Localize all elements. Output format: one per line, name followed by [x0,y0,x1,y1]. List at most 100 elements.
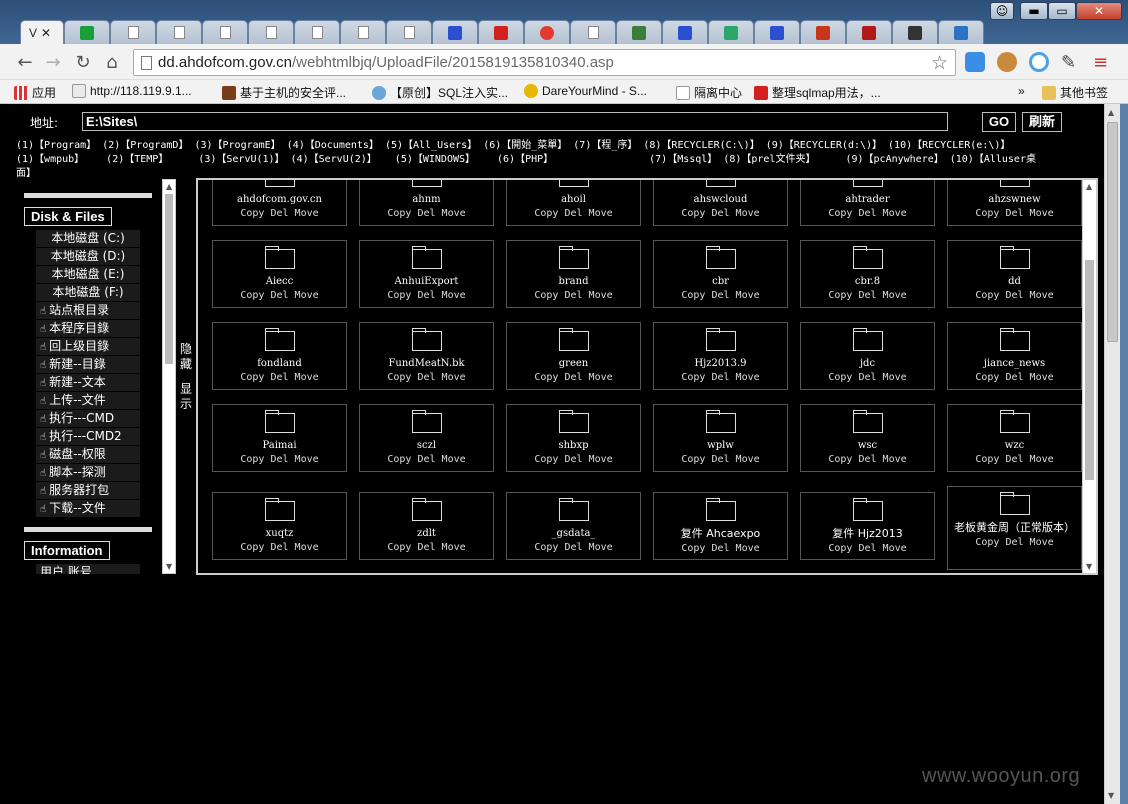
folder-name[interactable]: dd [948,275,1081,288]
folder-card[interactable]: FundMeatN.bk Copy Del Move [359,322,494,390]
tab-active[interactable]: V ✕ [20,20,64,45]
folder-card[interactable]: ahnm Copy Del Move [359,180,494,226]
folder-card[interactable]: green Copy Del Move [506,322,641,390]
folder-actions[interactable]: Copy Del Move [801,371,934,384]
tab[interactable] [386,20,432,44]
scroll-up-icon[interactable]: ▲ [1108,108,1114,117]
scroll-down-icon[interactable]: ▼ [1108,791,1114,800]
folder-name[interactable]: xuqtz [213,527,346,540]
tab[interactable] [938,20,984,44]
folder-actions[interactable]: Copy Del Move [948,207,1081,220]
folder-name[interactable]: 复件 Hjz2013 [801,527,934,541]
disk-f[interactable]: 本地磁盘 (F:) [36,284,140,301]
tab[interactable] [754,20,800,44]
tab[interactable] [202,20,248,44]
folder-card[interactable]: AnhuiExport Copy Del Move [359,240,494,308]
extension-ring-icon[interactable] [1029,52,1049,72]
tab[interactable] [892,20,938,44]
folder-actions[interactable]: Copy Del Move [654,207,787,220]
quick-path-link[interactable]: (9)【pcAnywhere】 [845,154,943,165]
folder-card[interactable]: ahoil Copy Del Move [506,180,641,226]
scroll-thumb[interactable] [1085,260,1094,480]
folder-actions[interactable]: Copy Del Move [801,453,934,466]
folder-name[interactable]: wplw [654,439,787,452]
tab[interactable] [570,20,616,44]
folder-name[interactable]: ahnm [360,193,493,206]
scroll-down-icon[interactable]: ▼ [166,562,172,571]
back-icon[interactable]: ← [14,52,36,73]
bookmark-apps[interactable]: 应用 [14,84,56,101]
folder-card[interactable]: Hjz2013.9 Copy Del Move [653,322,788,390]
tab[interactable] [662,20,708,44]
folder-actions[interactable]: Copy Del Move [654,542,787,555]
folder-actions[interactable]: Copy Del Move [654,371,787,384]
quick-path-link[interactable]: (6)【PHP】 [497,154,553,165]
folder-card[interactable]: ahtrader Copy Del Move [800,180,935,226]
reload-icon[interactable]: ↻ [72,52,94,73]
folder-name[interactable]: cbr [654,275,787,288]
folder-actions[interactable]: Copy Del Move [801,207,934,220]
folder-card[interactable]: Paimai Copy Del Move [212,404,347,472]
folder-name[interactable]: ahoil [507,193,640,206]
folder-card[interactable]: _gsdata_ Copy Del Move [506,492,641,560]
action-upload[interactable]: ☝ 上传--文件 [36,392,140,409]
folder-card[interactable]: brand Copy Del Move [506,240,641,308]
action-cmd2[interactable]: ☝ 执行---CMD2 [36,428,140,445]
tab[interactable] [708,20,754,44]
scroll-down-icon[interactable]: ▼ [1086,562,1092,571]
folder-actions[interactable]: Copy Del Move [507,453,640,466]
folder-name[interactable]: ahtrader [801,193,934,206]
scroll-up-icon[interactable]: ▲ [166,182,172,191]
folder-card[interactable]: ahzswnew Copy Del Move [947,180,1082,226]
quick-path-link[interactable]: (10)【Alluser桌 [950,154,1036,165]
folder-actions[interactable]: Copy Del Move [507,207,640,220]
refresh-button[interactable]: 刷新 [1022,112,1062,132]
folder-card[interactable]: 复件 Hjz2013 Copy Del Move [800,492,935,560]
folder-name[interactable]: wzc [948,439,1081,452]
go-button[interactable]: GO [982,112,1016,132]
quick-path-link[interactable]: (7)【Mssql】 [649,154,717,165]
folder-name[interactable]: wsc [801,439,934,452]
folder-name[interactable]: ahdofcom.gov.cn [213,193,346,206]
folder-actions[interactable]: Copy Del Move [360,541,493,554]
tab[interactable] [156,20,202,44]
close-button[interactable]: ✕ [1076,2,1122,20]
tab[interactable] [340,20,386,44]
folder-name[interactable]: AnhuiExport [360,275,493,288]
folder-card[interactable]: cbr.8 Copy Del Move [800,240,935,308]
folder-name[interactable]: _gsdata_ [507,527,640,540]
show-label[interactable]: 显示 [178,382,194,412]
folder-actions[interactable]: Copy Del Move [654,453,787,466]
disk-c[interactable]: 本地磁盘 (C:) [36,230,140,247]
folder-card[interactable]: wsc Copy Del Move [800,404,935,472]
folder-name[interactable]: jiance_news [948,357,1081,370]
quick-path-link[interactable]: (4)【ServU(2)】 [291,154,377,165]
file-panel-scrollbar[interactable]: ▲ ▼ [1082,180,1096,573]
action-program-dir[interactable]: ☝ 本程序目錄 [36,320,140,337]
hide-show-toggle[interactable]: 隐藏 显示 [178,342,194,412]
folder-card[interactable]: shbxp Copy Del Move [506,404,641,472]
quick-path-link[interactable]: (8)【prel文件夹】 [723,154,815,165]
folder-actions[interactable]: Copy Del Move [360,289,493,302]
tab[interactable] [616,20,662,44]
folder-card[interactable]: wzc Copy Del Move [947,404,1082,472]
scroll-thumb[interactable] [165,194,173,364]
folder-actions[interactable]: Copy Del Move [360,371,493,384]
extension-icon[interactable] [965,52,985,72]
action-download[interactable]: ☝ 下载--文件 [36,500,140,517]
folder-actions[interactable]: Copy Del Move [948,536,1081,549]
tab[interactable] [248,20,294,44]
action-parent-dir[interactable]: ☝ 回上级目錄 [36,338,140,355]
folder-name[interactable]: brand [507,275,640,288]
quick-path-link[interactable]: (3)【ServU(1)】 [198,154,284,165]
tab[interactable] [478,20,524,44]
home-icon[interactable]: ⌂ [101,52,123,73]
bookmark-item[interactable]: 隔离中心 [676,84,742,101]
bookmark-item[interactable]: 整理sqlmap用法，... [754,84,881,101]
scroll-up-icon[interactable]: ▲ [1086,182,1092,191]
folder-card[interactable]: zdlt Copy Del Move [359,492,494,560]
folder-name[interactable]: green [507,357,640,370]
folder-actions[interactable]: Copy Del Move [507,371,640,384]
bookmark-item[interactable]: 基于主机的安全评... [222,84,346,101]
forward-icon[interactable]: → [42,52,64,73]
